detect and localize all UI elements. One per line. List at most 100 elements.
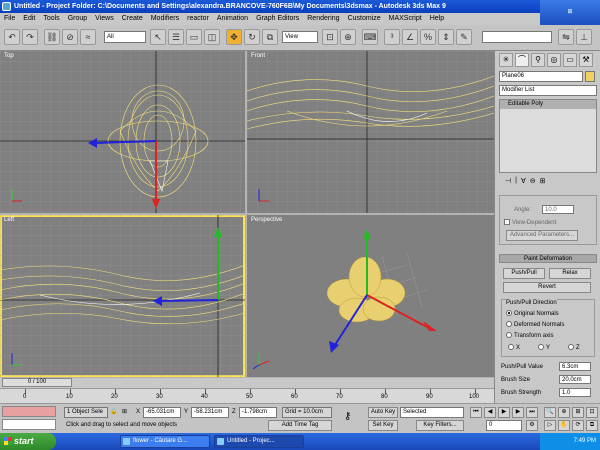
arc-rotate-icon[interactable]: ⟳ [572,420,584,431]
modifier-list-dropdown[interactable]: Modifier List [499,85,597,96]
menu-create[interactable]: Create [118,13,147,25]
track-bar[interactable]: 0 10 20 30 40 50 60 70 80 90 100 [0,388,494,403]
menu-group[interactable]: Group [64,13,91,25]
transform-axis-radio[interactable]: Transform axis [506,332,553,340]
push-pull-button[interactable]: Push/Pull [503,268,545,279]
next-frame-icon[interactable]: ▶ [512,407,524,418]
menu-file[interactable]: File [0,13,19,25]
pin-stack-icon[interactable]: ⊣ [505,177,511,189]
field-of-view-icon[interactable]: ▷ [544,420,556,431]
make-unique-icon[interactable]: ∀ [521,177,526,189]
viewport-perspective[interactable]: Perspective [247,215,494,377]
y-coordinate-field[interactable]: -58.231cm [191,407,229,418]
auto-key-button[interactable]: Auto Key [368,407,398,418]
snaps-toggle-icon[interactable]: ³ [384,29,400,45]
maximize-viewport-icon[interactable]: ⧉ [586,420,598,431]
revert-button[interactable]: Revert [503,282,591,293]
reference-coordinate-dropdown[interactable]: View [282,31,318,43]
select-object-icon[interactable]: ↖ [150,29,166,45]
modify-tab-icon[interactable]: ⌒ [515,53,529,67]
create-tab-icon[interactable]: ✳ [499,53,513,67]
taskbar-item-browser[interactable]: flower - Căutare G... [120,435,210,448]
pivot-center-icon[interactable]: ⊡ [322,29,338,45]
axis-x-radio[interactable]: X [508,344,520,352]
time-slider[interactable]: 0 / 100 [2,378,72,387]
menu-maxscript[interactable]: MAXScript [385,13,426,25]
object-color-swatch[interactable] [585,71,595,82]
spinner-snap-icon[interactable]: ⇕ [438,29,454,45]
menu-tools[interactable]: Tools [39,13,63,25]
axis-z-radio[interactable]: Z [568,344,580,352]
maxscript-listener-mini[interactable] [2,406,56,417]
named-selection-sets-dropdown[interactable] [482,31,552,43]
key-filters-button[interactable]: Key Filters... [416,420,464,431]
paint-deformation-rollout[interactable]: Paint Deformation [499,254,597,263]
play-icon[interactable]: ▶ [498,407,510,418]
select-and-scale-icon[interactable]: ⧉ [262,29,278,45]
viewport-label[interactable]: Perspective [251,217,282,223]
key-mode-dropdown[interactable]: Selected [400,407,464,418]
z-coordinate-field[interactable]: -1.798cm [239,407,277,418]
utilities-tab-icon[interactable]: ⚒ [579,53,593,67]
menu-reactor[interactable]: reactor [183,13,213,25]
menu-views[interactable]: Views [91,13,118,25]
named-selection-icon[interactable]: ✎ [456,29,472,45]
axis-y-radio[interactable]: Y [538,344,550,352]
undo-icon[interactable]: ↶ [4,29,20,45]
relax-button[interactable]: Relax [549,268,591,279]
window-crossing-icon[interactable]: ◫ [204,29,220,45]
select-manipulate-icon[interactable]: ⊕ [340,29,356,45]
brush-size-spinner[interactable]: 20.0cm [559,375,591,384]
menu-modifiers[interactable]: Modifiers [147,13,183,25]
viewport-front[interactable]: Front [247,51,494,213]
viewport-left[interactable]: Left [0,215,245,377]
align-icon[interactable]: ⊥ [576,29,592,45]
viewport-label[interactable]: Left [4,217,14,223]
zoom-icon[interactable]: 🔍 [544,407,556,418]
object-name-field[interactable]: Plane06 [499,71,583,82]
redo-icon[interactable]: ↷ [22,29,38,45]
zoom-extents-all-icon[interactable]: ⊡ [586,407,598,418]
set-key-mode-icon[interactable]: ⚷ [344,412,351,422]
menu-edit[interactable]: Edit [19,13,39,25]
menu-help[interactable]: Help [426,13,448,25]
menu-graph-editors[interactable]: Graph Editors [252,13,303,25]
select-link-icon[interactable]: ⛓ [44,29,60,45]
taskbar-item-3dsmax[interactable]: Untitled - Projec... [214,435,304,448]
unlink-icon[interactable]: ⊘ [62,29,78,45]
select-and-move-icon[interactable]: ✥ [226,29,242,45]
viewport-label[interactable]: Front [251,53,265,59]
push-pull-value-spinner[interactable]: 6.3cm [559,362,591,371]
hierarchy-tab-icon[interactable]: ⚲ [531,53,545,67]
keyboard-shortcut-icon[interactable]: ⌨ [362,29,378,45]
display-tab-icon[interactable]: ▭ [563,53,577,67]
angle-snap-icon[interactable]: ∠ [402,29,418,45]
brush-strength-spinner[interactable]: 1.0 [559,388,591,397]
maxscript-input[interactable] [2,419,56,430]
set-key-button[interactable]: Set Key [368,420,398,431]
menu-rendering[interactable]: Rendering [303,13,343,25]
viewport-label[interactable]: Top [4,53,14,59]
lock-selection-icon[interactable]: 🔒 [110,408,117,417]
advanced-parameters-button[interactable]: Advanced Parameters... [506,230,578,241]
select-by-name-icon[interactable]: ☰ [168,29,184,45]
add-time-tag-button[interactable]: Add Time Tag [268,420,332,431]
remove-modifier-icon[interactable]: ⊖ [530,177,536,189]
start-button[interactable]: start [0,433,56,450]
pan-icon[interactable]: ✋ [558,420,570,431]
show-end-result-icon[interactable]: | [515,177,517,189]
clock[interactable]: 7:49 PM [574,438,596,444]
deformed-normals-radio[interactable]: Deformed Normals [506,321,564,329]
time-configuration-icon[interactable]: ⚙ [526,420,538,431]
original-normals-radio[interactable]: Original Normals [506,310,559,318]
go-to-end-icon[interactable]: ⏭ [526,407,538,418]
motion-tab-icon[interactable]: ◎ [547,53,561,67]
angle-spinner[interactable]: 10.0 [542,205,574,214]
zoom-all-icon[interactable]: ⊕ [558,407,570,418]
menu-customize[interactable]: Customize [344,13,385,25]
viewport-top[interactable]: Top [0,51,245,213]
view-dependent-checkbox[interactable]: View-Dependent [504,219,556,227]
go-to-start-icon[interactable]: ⏮ [470,407,482,418]
x-coordinate-field[interactable]: -65.031cm [143,407,181,418]
zoom-extents-icon[interactable]: ⊞ [572,407,584,418]
